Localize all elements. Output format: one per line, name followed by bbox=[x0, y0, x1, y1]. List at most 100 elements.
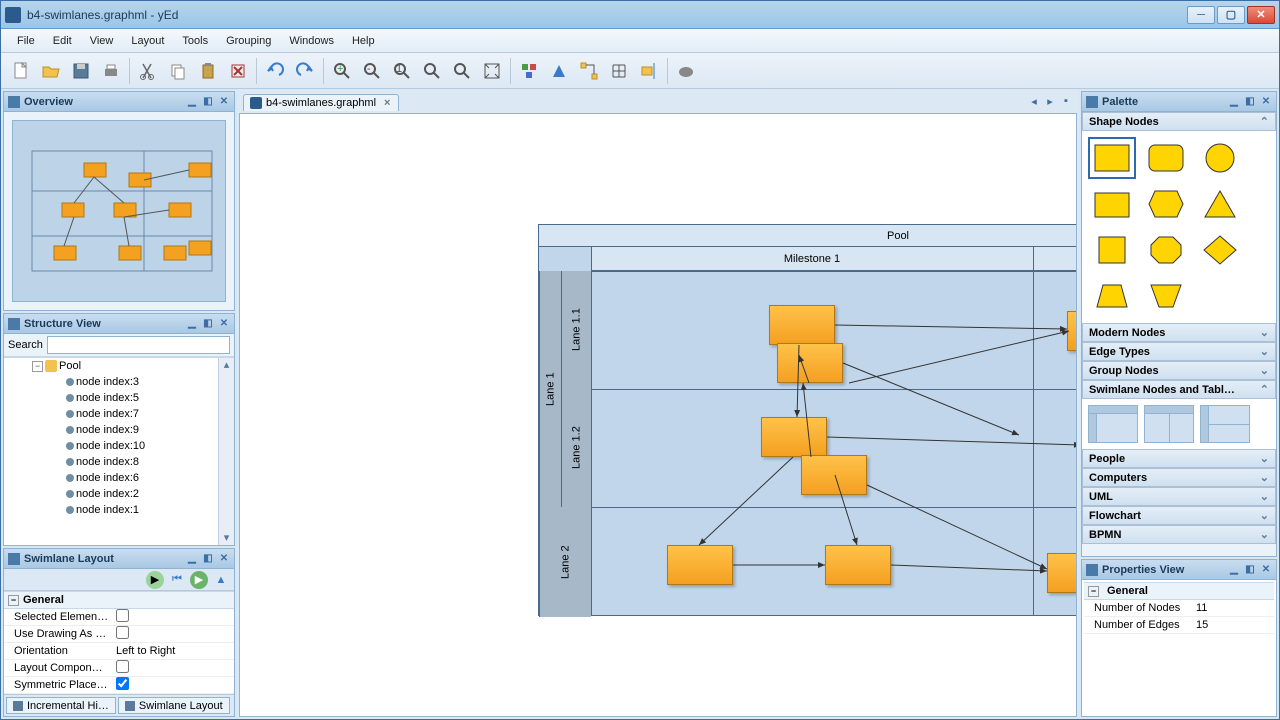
delete-icon[interactable] bbox=[224, 57, 252, 85]
pool[interactable]: Pool Lane 1 Lane 1.1 Lane 1.2 Lane 2 Mil… bbox=[538, 224, 1077, 616]
panel-pin-icon[interactable]: ◧ bbox=[1244, 564, 1256, 576]
palette-section-swimlane[interactable]: Swimlane Nodes and Tabl…⌃ bbox=[1082, 380, 1276, 399]
tab-prev-icon[interactable]: ◂ bbox=[1027, 95, 1041, 109]
snap-icon[interactable] bbox=[635, 57, 663, 85]
zoom-out-icon[interactable]: - bbox=[358, 57, 386, 85]
graph-node[interactable] bbox=[777, 343, 843, 383]
panel-pin-icon[interactable]: ◧ bbox=[202, 318, 214, 330]
tab-swimlane-layout[interactable]: Swimlane Layout bbox=[118, 697, 230, 714]
menu-windows[interactable]: Windows bbox=[281, 32, 342, 50]
tab-list-icon[interactable]: ▪ bbox=[1059, 95, 1073, 109]
prop-value[interactable]: Left to Right bbox=[116, 645, 175, 657]
menu-tools[interactable]: Tools bbox=[174, 32, 216, 50]
paste-icon[interactable] bbox=[194, 57, 222, 85]
graph-node[interactable] bbox=[769, 305, 835, 345]
lane11-label[interactable]: Lane 1.1 bbox=[561, 271, 591, 389]
prop-checkbox[interactable] bbox=[116, 660, 129, 673]
section-toggle-icon[interactable]: − bbox=[1088, 586, 1099, 597]
shape-diamond[interactable] bbox=[1196, 229, 1244, 271]
new-file-icon[interactable] bbox=[7, 57, 35, 85]
shape-octagon[interactable] bbox=[1142, 229, 1190, 271]
structure-tree[interactable]: − Pool node index:3node index:5node inde… bbox=[4, 357, 234, 545]
search-input[interactable] bbox=[47, 336, 230, 354]
collapse-up-icon[interactable]: ▲ bbox=[212, 571, 230, 589]
play-small-icon[interactable]: ▶ bbox=[146, 571, 164, 589]
panel-pin-icon[interactable]: ◧ bbox=[1244, 96, 1256, 108]
graph-node[interactable] bbox=[667, 545, 733, 585]
panel-minimize-icon[interactable]: ▁ bbox=[1228, 564, 1240, 576]
shape-rect3d[interactable] bbox=[1088, 183, 1136, 225]
panel-close-icon[interactable]: ✕ bbox=[1260, 96, 1272, 108]
section-toggle-icon[interactable]: − bbox=[8, 595, 19, 606]
menu-grouping[interactable]: Grouping bbox=[218, 32, 279, 50]
edge-routing-icon[interactable] bbox=[545, 57, 573, 85]
minimize-button[interactable]: ─ bbox=[1187, 6, 1215, 24]
menu-edit[interactable]: Edit bbox=[45, 32, 80, 50]
lane1-label[interactable]: Lane 1 bbox=[539, 271, 561, 507]
scroll-down-icon[interactable]: ▾ bbox=[219, 531, 234, 545]
palette-section-shape[interactable]: Shape Nodes⌃ bbox=[1082, 112, 1276, 131]
play-icon[interactable]: ▶ bbox=[190, 571, 208, 589]
panel-pin-icon[interactable]: ◧ bbox=[202, 96, 214, 108]
swimlane-thumb-1[interactable] bbox=[1088, 405, 1138, 443]
graph-node[interactable] bbox=[761, 417, 827, 457]
panel-pin-icon[interactable]: ◧ bbox=[202, 553, 214, 565]
open-file-icon[interactable] bbox=[37, 57, 65, 85]
copy-icon[interactable] bbox=[164, 57, 192, 85]
palette-section-people[interactable]: People⌄ bbox=[1082, 449, 1276, 468]
menu-help[interactable]: Help bbox=[344, 32, 383, 50]
milestone1-header[interactable]: Milestone 1 bbox=[591, 247, 1033, 271]
shape-square[interactable] bbox=[1088, 229, 1136, 271]
prop-checkbox[interactable] bbox=[116, 677, 129, 690]
maximize-button[interactable]: ▢ bbox=[1217, 6, 1245, 24]
panel-close-icon[interactable]: ✕ bbox=[218, 553, 230, 565]
lane2-label[interactable]: Lane 2 bbox=[539, 507, 591, 617]
swimlane-thumb-3[interactable] bbox=[1200, 405, 1250, 443]
menu-file[interactable]: File bbox=[9, 32, 43, 50]
tree-node[interactable]: node index:9 bbox=[4, 422, 234, 438]
shape-trapezoid[interactable] bbox=[1088, 275, 1136, 317]
panel-minimize-icon[interactable]: ▁ bbox=[186, 96, 198, 108]
graph-node[interactable] bbox=[1067, 311, 1077, 351]
cut-icon[interactable] bbox=[134, 57, 162, 85]
graph-node[interactable] bbox=[825, 545, 891, 585]
cloud-icon[interactable] bbox=[672, 57, 700, 85]
skip-back-icon[interactable]: ⏮ bbox=[168, 571, 186, 589]
tree-node[interactable]: node index:5 bbox=[4, 390, 234, 406]
scroll-up-icon[interactable]: ▴ bbox=[219, 358, 234, 372]
save-icon[interactable] bbox=[67, 57, 95, 85]
overview-canvas[interactable] bbox=[12, 120, 226, 302]
palette-section-uml[interactable]: UML⌄ bbox=[1082, 487, 1276, 506]
zoom-selection-icon[interactable] bbox=[448, 57, 476, 85]
palette-section-computers[interactable]: Computers⌄ bbox=[1082, 468, 1276, 487]
tree-node[interactable]: node index:10 bbox=[4, 438, 234, 454]
shape-trapezoid2[interactable] bbox=[1142, 275, 1190, 317]
tab-next-icon[interactable]: ▸ bbox=[1043, 95, 1057, 109]
tree-node[interactable]: node index:6 bbox=[4, 470, 234, 486]
undo-icon[interactable] bbox=[261, 57, 289, 85]
tree-node[interactable]: node index:1 bbox=[4, 502, 234, 518]
panel-minimize-icon[interactable]: ▁ bbox=[186, 553, 198, 565]
panel-close-icon[interactable]: ✕ bbox=[1260, 564, 1272, 576]
tree-collapse-icon[interactable]: − bbox=[32, 361, 43, 372]
orthogonal-icon[interactable] bbox=[575, 57, 603, 85]
graph-node[interactable] bbox=[801, 455, 867, 495]
menu-layout[interactable]: Layout bbox=[123, 32, 172, 50]
panel-minimize-icon[interactable]: ▁ bbox=[186, 318, 198, 330]
tab-close-icon[interactable]: × bbox=[384, 97, 390, 109]
redo-icon[interactable] bbox=[291, 57, 319, 85]
menu-view[interactable]: View bbox=[82, 32, 122, 50]
zoom-in-icon[interactable]: + bbox=[328, 57, 356, 85]
graph-canvas[interactable]: Pool Lane 1 Lane 1.1 Lane 1.2 Lane 2 Mil… bbox=[239, 113, 1077, 717]
layout-icon[interactable] bbox=[515, 57, 543, 85]
prop-checkbox[interactable] bbox=[116, 609, 129, 622]
graph-node[interactable] bbox=[1047, 553, 1077, 593]
panel-close-icon[interactable]: ✕ bbox=[218, 96, 230, 108]
palette-section-modern[interactable]: Modern Nodes⌄ bbox=[1082, 323, 1276, 342]
tree-root[interactable]: Pool bbox=[59, 360, 81, 372]
print-icon[interactable] bbox=[97, 57, 125, 85]
lane12-label[interactable]: Lane 1.2 bbox=[561, 389, 591, 507]
shape-circle[interactable] bbox=[1196, 137, 1244, 179]
shape-rounded-rect[interactable] bbox=[1142, 137, 1190, 179]
panel-close-icon[interactable]: ✕ bbox=[218, 318, 230, 330]
